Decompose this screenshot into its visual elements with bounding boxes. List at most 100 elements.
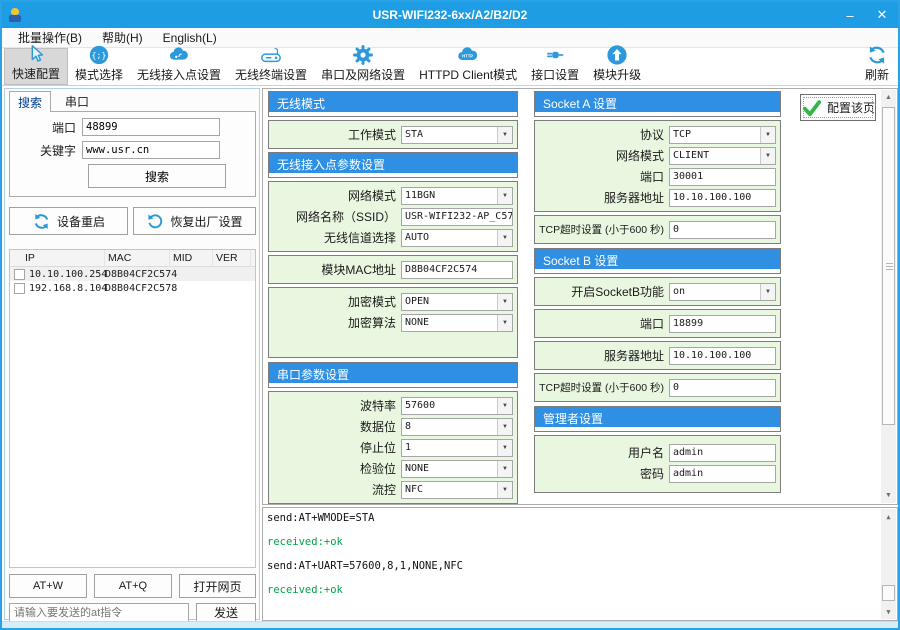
tool-serial-network[interactable]: 串口及网络设置: [314, 48, 412, 85]
at-q-button[interactable]: AT+Q: [94, 574, 172, 598]
tool-interface-settings[interactable]: 接口设置: [524, 48, 586, 85]
keyword-label: 关键字: [10, 142, 82, 159]
group-socketb-enable: 开启SocketB功能 on▼: [534, 277, 781, 306]
field-label: 波特率: [273, 397, 401, 414]
table-row[interactable]: 10.10.100.254 D8B04CF2C574: [10, 267, 255, 281]
open-webpage-button[interactable]: 打开网页: [179, 574, 256, 598]
section-ap-params: 无线接入点参数设置: [268, 152, 518, 178]
group-security: 加密模式 OPEN▼ 加密算法 NONE▼: [268, 287, 518, 358]
device-reboot-button[interactable]: 设备重启: [9, 207, 128, 235]
tool-quick-config[interactable]: 快速配置: [4, 48, 68, 85]
tool-sta-settings[interactable]: 无线终端设置: [228, 48, 314, 85]
network-mode-select[interactable]: 11BGN▼: [401, 187, 513, 205]
parity-select[interactable]: NONE▼: [401, 460, 513, 478]
search-button[interactable]: 搜索: [88, 164, 226, 188]
log-scrollbar[interactable]: ▲ ▼: [881, 509, 896, 619]
chevron-down-icon: ▼: [497, 230, 512, 246]
stop-bits-select[interactable]: 1▼: [401, 439, 513, 457]
socketb-timeout-input[interactable]: 0: [669, 379, 776, 397]
tool-ap-settings[interactable]: 无线接入点设置: [130, 48, 228, 85]
app-window: USR-WIFI232-6xx/A2/B2/D2 – ✕ 批量操作(B) 帮助(…: [0, 0, 900, 630]
socketb-server-input[interactable]: 10.10.100.100: [669, 347, 776, 365]
group-socketb-server: 服务器地址 10.10.100.100: [534, 341, 781, 370]
check-icon: [801, 98, 823, 118]
gear-icon: [352, 44, 374, 66]
send-button[interactable]: 发送: [196, 603, 256, 622]
security-mode-select[interactable]: OPEN▼: [401, 293, 513, 311]
mode-select-icon: {;}: [88, 44, 110, 66]
socketb-enable-select[interactable]: on▼: [669, 283, 776, 301]
config-panel: 无线模式 工作模式 STA▼ 无线接入点参数设置 网络模式 11BGN▼ 网络名…: [262, 88, 898, 505]
row-checkbox[interactable]: [14, 283, 25, 294]
section-serial-params: 串口参数设置: [268, 362, 518, 388]
chevron-down-icon: ▼: [760, 127, 775, 143]
at-command-input[interactable]: [9, 603, 189, 622]
group-mac: 模块MAC地址 D8B04CF2C574: [268, 255, 518, 284]
field-label: 无线信道选择: [273, 229, 401, 246]
ssid-input[interactable]: USR-WIFI232-AP_C574: [401, 208, 513, 226]
close-button[interactable]: ✕: [866, 2, 898, 28]
http-cloud-icon: HTTP: [455, 44, 481, 66]
baud-rate-select[interactable]: 57600▼: [401, 397, 513, 415]
socketb-port-input[interactable]: 18899: [669, 315, 776, 333]
channel-select[interactable]: AUTO▼: [401, 229, 513, 247]
tab-serial[interactable]: 串口: [57, 91, 97, 112]
socket-column: Socket A 设置 协议 TCP▼ 网络模式 CLIENT▼ 端口 3000…: [534, 91, 781, 496]
search-box: 端口 关键字 搜索: [9, 111, 256, 197]
log-panel[interactable]: send:AT+WMODE=STA received:+ok send:AT+U…: [262, 507, 898, 621]
port-input[interactable]: [82, 118, 220, 136]
socketa-timeout-input[interactable]: 0: [669, 221, 776, 239]
scroll-up-icon[interactable]: ▲: [881, 90, 896, 105]
scrollbar-thumb[interactable]: [882, 585, 895, 601]
cloud-wifi-icon: [167, 44, 191, 66]
data-bits-select[interactable]: 8▼: [401, 418, 513, 436]
col-ip: IP: [10, 250, 105, 267]
keyword-input[interactable]: [82, 141, 220, 159]
scroll-down-icon[interactable]: ▼: [881, 604, 896, 619]
flow-control-select[interactable]: NFC▼: [401, 481, 513, 499]
router-icon: [258, 44, 284, 66]
menu-batch-ops[interactable]: 批量操作(B): [8, 28, 92, 48]
group-work-mode: 工作模式 STA▼: [268, 120, 518, 149]
tool-httpd-client[interactable]: HTTP HTTPD Client模式: [412, 48, 524, 85]
password-input[interactable]: admin: [669, 465, 776, 483]
scroll-up-icon[interactable]: ▲: [881, 509, 896, 524]
scrollbar-thumb[interactable]: [882, 107, 895, 425]
field-label: 流控: [273, 481, 401, 498]
scroll-down-icon[interactable]: ▼: [881, 488, 896, 503]
field-label: 工作模式: [273, 126, 401, 143]
chevron-down-icon: ▼: [497, 419, 512, 435]
svg-text:HTTP: HTTP: [462, 53, 473, 58]
chevron-down-icon: ▼: [760, 284, 775, 300]
menu-bar: 批量操作(B) 帮助(H) English(L): [2, 28, 898, 48]
socketa-netmode-select[interactable]: CLIENT▼: [669, 147, 776, 165]
tool-refresh[interactable]: 刷新: [858, 48, 896, 85]
username-input[interactable]: admin: [669, 444, 776, 462]
field-label: 检验位: [273, 460, 401, 477]
tool-module-upgrade[interactable]: 模块升级: [586, 48, 648, 85]
field-label: 开启SocketB功能: [539, 283, 669, 300]
socketa-port-input[interactable]: 30001: [669, 168, 776, 186]
at-w-button[interactable]: AT+W: [9, 574, 87, 598]
field-label: 端口: [539, 315, 669, 332]
protocol-select[interactable]: TCP▼: [669, 126, 776, 144]
config-scrollbar[interactable]: ▲ ▼: [881, 90, 896, 503]
work-mode-select[interactable]: STA▼: [401, 126, 513, 144]
title-bar: USR-WIFI232-6xx/A2/B2/D2 – ✕: [2, 2, 898, 28]
field-label: 服务器地址: [539, 189, 669, 206]
toolbar: 快速配置 {;} 模式选择 无线接入点设置 无线终端设置 串口及网络设置: [2, 48, 898, 86]
field-label: 停止位: [273, 439, 401, 456]
minimize-button[interactable]: –: [834, 2, 866, 28]
field-label: 协议: [539, 126, 669, 143]
factory-reset-button[interactable]: 恢复出厂设置: [133, 207, 256, 235]
table-row[interactable]: 192.168.8.104 D8B04CF2C578: [10, 281, 255, 295]
socketa-server-input[interactable]: 10.10.100.100: [669, 189, 776, 207]
security-algo-select[interactable]: NONE▼: [401, 314, 513, 332]
apply-page-button[interactable]: 配置该页: [800, 94, 876, 121]
svg-text:{;}: {;}: [92, 50, 107, 60]
window-bottom-frame: [2, 621, 898, 628]
tab-search[interactable]: 搜索: [9, 91, 51, 112]
mac-address-input[interactable]: D8B04CF2C574: [401, 261, 513, 279]
tool-mode-select[interactable]: {;} 模式选择: [68, 48, 130, 85]
row-checkbox[interactable]: [14, 269, 25, 280]
